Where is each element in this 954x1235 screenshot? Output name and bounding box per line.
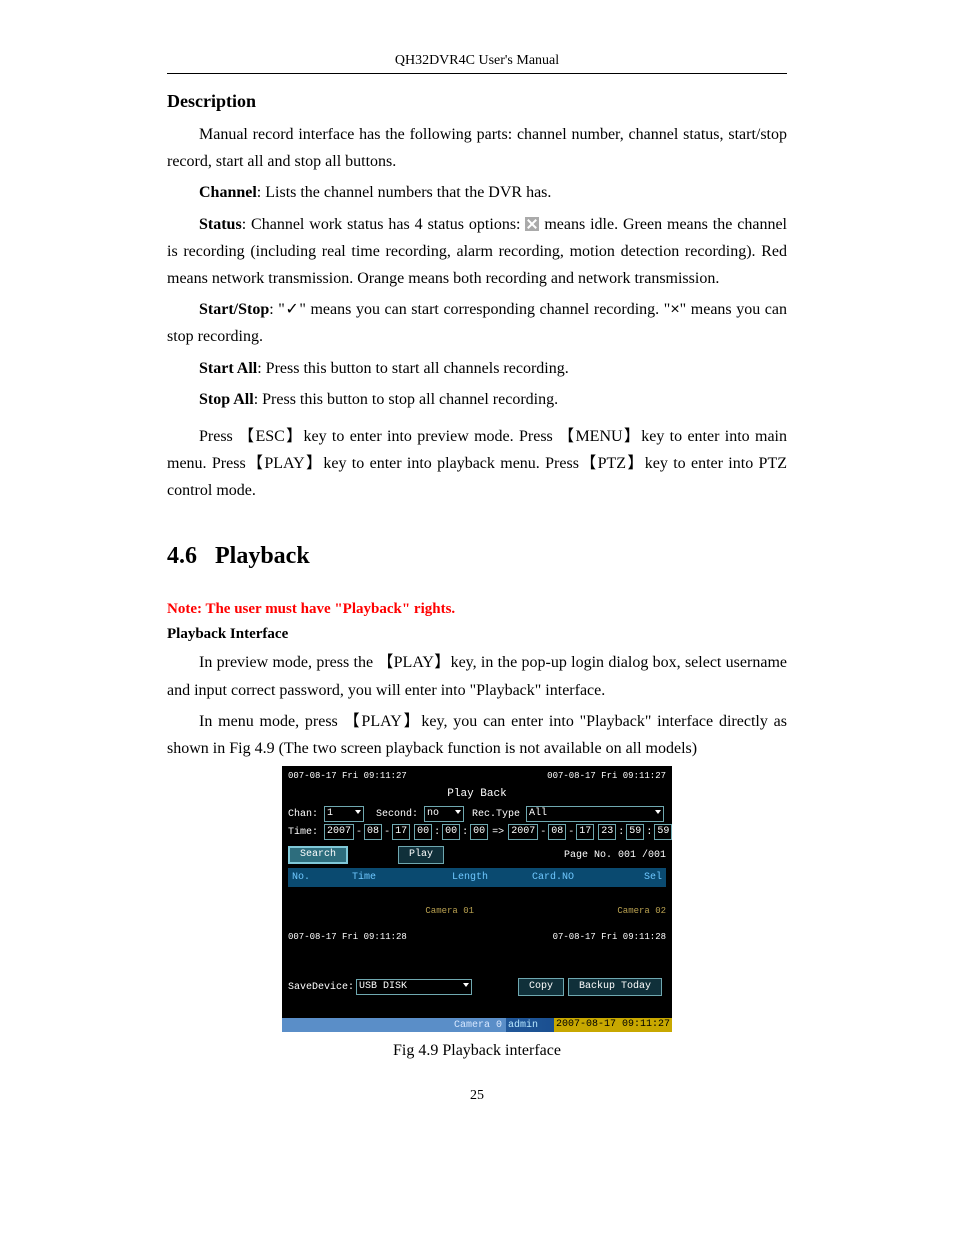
col-no: No.: [292, 870, 352, 885]
osd-top-left: 007-08-17 Fri 09:11:27: [288, 770, 407, 784]
section-number: 4.6: [167, 543, 197, 569]
desc-status: Status: Channel work status has 4 status…: [167, 211, 787, 293]
startstop-mid: " means you can start corresponding chan…: [299, 301, 670, 318]
startall-text: : Press this button to start all channel…: [257, 360, 569, 377]
status-label: Status: [199, 216, 242, 233]
time-from-y[interactable]: 2007: [324, 824, 354, 840]
desc-startall: Start All: Press this button to start al…: [167, 355, 787, 382]
figure-caption: Fig 4.9 Playback interface: [167, 1039, 787, 1063]
playback-title: Play Back: [288, 786, 666, 803]
time-from-mi[interactable]: 00: [442, 824, 460, 840]
desc-keys: Press 【ESC】key to enter into preview mod…: [167, 423, 787, 505]
time-to-mi[interactable]: 59: [626, 824, 644, 840]
header-rule: [167, 73, 787, 74]
savedevice-select[interactable]: USB DISK: [356, 979, 472, 995]
second-select[interactable]: no: [424, 806, 464, 822]
desc-stopall: Stop All: Press this button to stop all …: [167, 386, 787, 413]
description-heading: Description: [167, 88, 787, 115]
time-from-mo[interactable]: 08: [364, 824, 382, 840]
channel-label: Channel: [199, 184, 257, 201]
camera-01-label: Camera 01: [288, 905, 480, 919]
rectype-label: Rec.Type: [472, 807, 520, 822]
admin-label: admin: [508, 1018, 538, 1033]
col-length: Length: [452, 870, 532, 885]
clock: 2007-08-17 09:11:27: [554, 1018, 672, 1032]
time-to-s[interactable]: 59: [654, 824, 672, 840]
playback-screenshot: 007-08-17 Fri 09:11:27 007-08-17 Fri 09:…: [282, 766, 672, 1032]
chan-label: Chan:: [288, 807, 318, 822]
playback-subhead: Playback Interface: [167, 623, 787, 646]
time-from-h[interactable]: 00: [414, 824, 432, 840]
desc-channel: Channel: Lists the channel numbers that …: [167, 179, 787, 206]
backup-today-button[interactable]: Backup Today: [568, 978, 662, 996]
desc-intro: Manual record interface has the followin…: [167, 121, 787, 175]
col-cardno: Card.NO: [532, 870, 612, 885]
page-number: 25: [167, 1085, 787, 1106]
row-chan: Chan: 1 Second: no Rec.Type All: [288, 806, 666, 822]
play-button[interactable]: Play: [398, 846, 444, 864]
section-title: 4.6 Playback: [167, 538, 787, 574]
time-label: Time:: [288, 825, 318, 840]
time-from-d[interactable]: 17: [392, 824, 410, 840]
time-to-y[interactable]: 2007: [508, 824, 538, 840]
check-icon: ✓: [285, 301, 300, 318]
col-sel: Sel: [612, 870, 662, 885]
table-header: No. Time Length Card.NO Sel: [288, 868, 666, 887]
osd-mid-right: 07-08-17 Fri 09:11:28: [553, 931, 666, 945]
channel-text: : Lists the channel numbers that the DVR…: [257, 184, 552, 201]
savedevice-label: SaveDevice:: [288, 980, 354, 995]
startstop-label: Start/Stop: [199, 301, 269, 318]
idle-icon: [525, 217, 539, 231]
col-time: Time: [352, 870, 452, 885]
playback-p2: In menu mode, press 【PLAY】key, you can e…: [167, 708, 787, 762]
startall-label: Start All: [199, 360, 257, 377]
section-name: Playback: [215, 543, 310, 569]
copy-button[interactable]: Copy: [518, 978, 564, 996]
stopall-text: : Press this button to stop all channel …: [254, 391, 558, 408]
running-header: QH32DVR4C User's Manual: [167, 50, 787, 71]
osd-mid-left: 007-08-17 Fri 09:11:28: [288, 931, 407, 945]
chan-select[interactable]: 1: [324, 806, 364, 822]
pager: Page No. 001 /001: [564, 848, 666, 863]
time-to-mo[interactable]: 08: [548, 824, 566, 840]
time-to-h[interactable]: 23: [598, 824, 616, 840]
time-from-s[interactable]: 00: [470, 824, 488, 840]
bottom-bar: Camera 0 admin 2007-08-17 09:11:27: [282, 1018, 672, 1032]
time-arrow: =>: [492, 825, 504, 840]
row-time: Time: 2007-08-17 00:00:00 => 2007-08-17 …: [288, 824, 666, 840]
time-to-d[interactable]: 17: [576, 824, 594, 840]
cross-icon: ×: [670, 301, 679, 318]
rectype-select[interactable]: All: [526, 806, 664, 822]
desc-startstop: Start/Stop: "✓" means you can start corr…: [167, 296, 787, 350]
camera-02-label: Camera 02: [480, 905, 666, 919]
search-button[interactable]: Search: [288, 846, 348, 864]
osd-top-right: 007-08-17 Fri 09:11:27: [547, 770, 666, 784]
video-label: Camera 0: [282, 1018, 506, 1032]
status-pre: : Channel work status has 4 status optio…: [242, 216, 526, 233]
second-label: Second:: [376, 807, 418, 822]
startstop-pre: : ": [269, 301, 285, 318]
stopall-label: Stop All: [199, 391, 254, 408]
playback-p1: In preview mode, press the 【PLAY】key, in…: [167, 649, 787, 703]
playback-note: Note: The user must have "Playback" righ…: [167, 598, 787, 621]
